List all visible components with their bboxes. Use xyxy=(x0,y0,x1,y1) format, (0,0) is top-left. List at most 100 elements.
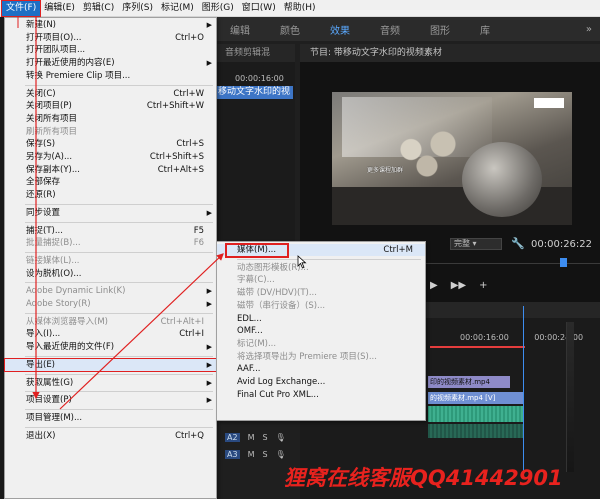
mixing-bowl xyxy=(462,142,542,217)
file-menu-item[interactable]: 捕捉(T)... F5 xyxy=(5,225,216,237)
export-menu-item-label: EDL... xyxy=(237,313,262,324)
export-menu-item-label: Avid Log Exchange... xyxy=(237,377,326,387)
file-menu-item-label: 同步设置 xyxy=(26,207,61,218)
timeline-audio-clip-2[interactable] xyxy=(428,424,523,438)
file-menu-item-label: 另存为(A)... xyxy=(26,152,73,162)
shortcut-label: Ctrl+Alt+S xyxy=(157,164,204,175)
add-button-icon[interactable]: + xyxy=(479,280,487,291)
solo-button[interactable]: S xyxy=(262,450,267,459)
timeline-clip-v1[interactable]: 的视频素材.mp4 [V] xyxy=(428,392,523,404)
workspace-tab[interactable]: 颜色 xyxy=(265,22,315,37)
file-menu-item[interactable]: 全部保存 xyxy=(5,176,216,188)
file-menu-item-label: 导出(E) xyxy=(26,359,56,370)
export-menu-item[interactable]: Avid Log Exchange... xyxy=(217,376,425,388)
file-menu-item[interactable]: 导出(E) ▶ xyxy=(4,357,217,372)
export-menu-item[interactable]: EDL... xyxy=(217,313,425,325)
workspace-tab[interactable]: 音频 xyxy=(365,22,415,37)
workspace-tab[interactable]: 库 xyxy=(465,22,505,37)
menu-3[interactable]: 序列(S) xyxy=(118,1,157,16)
menu-5[interactable]: 图形(G) xyxy=(198,1,238,16)
workspace-tab[interactable]: 编辑 xyxy=(215,22,265,37)
file-menu-item[interactable]: 导入最近使用的文件(F) ▶ xyxy=(5,341,216,353)
file-menu-item[interactable]: 导入(I)... Ctrl+I xyxy=(5,328,216,340)
menu-0[interactable]: 文件(F) xyxy=(0,0,42,17)
track-name[interactable]: A3 xyxy=(225,449,240,459)
track-header: A2 M S 🎙 xyxy=(225,430,345,444)
program-monitor-title[interactable]: 节目: 带移动文字水印的视频素材 xyxy=(300,44,600,62)
file-menu-item-label: 刷新所有项目 xyxy=(26,126,78,137)
mute-button[interactable]: M xyxy=(248,450,255,459)
solo-button[interactable]: S xyxy=(262,433,267,442)
audio-clip-mixer-tab[interactable]: 音频剪辑混 xyxy=(215,44,295,62)
submenu-arrow-icon: ▶ xyxy=(206,21,212,29)
file-menu-item-label: 打开项目(O)... xyxy=(26,32,82,43)
menu-separator xyxy=(25,282,213,284)
export-menu-item: 磁带（串行设备）(S)... xyxy=(217,300,425,312)
menu-7[interactable]: 帮助(H) xyxy=(280,1,320,16)
audio-track-headers: A2 M S 🎙 A3 M S 🎙 xyxy=(225,430,345,464)
file-menu-item-label: 设为脱机(O)... xyxy=(26,268,82,279)
menu-separator xyxy=(25,355,213,357)
file-menu-item-label: 新建(N) xyxy=(26,20,56,30)
file-menu-item[interactable]: 关闭项目(P) Ctrl+Shift+W xyxy=(5,100,216,112)
file-menu-item[interactable]: 同步设置 ▶ xyxy=(5,207,216,219)
menu-separator xyxy=(25,408,213,410)
mic-icon[interactable]: 🎙 xyxy=(276,433,286,442)
menu-bar: 文件(F) 编辑(E) 剪辑(C) 序列(S) 标记(M) 图形(G) 窗口(W) 帮助(H) xyxy=(0,0,600,17)
watermark-text: 狸窝在线客服QQ41442901 xyxy=(284,466,563,490)
export-menu-item-label: 磁带（串行设备）(S)... xyxy=(237,300,326,311)
fit-dropdown[interactable]: 完整 ▾ xyxy=(450,238,502,250)
export-menu-item[interactable]: Final Cut Pro XML... xyxy=(217,389,425,401)
mute-button[interactable]: M xyxy=(248,433,255,442)
menu-1[interactable]: 编辑(E) xyxy=(40,1,79,16)
file-menu-item[interactable]: 转换 Premiere Clip 项目... xyxy=(5,70,216,82)
step-forward-icon[interactable]: ▶▶ xyxy=(451,280,466,291)
workspace-tab[interactable]: 图形 xyxy=(415,22,465,37)
timeline-time-b: 00:00:24:00 xyxy=(534,333,584,342)
file-menu-item-label: Adobe Dynamic Link(K) xyxy=(26,286,126,297)
source-clip[interactable]: 移动文字水印的视 xyxy=(215,86,293,99)
export-menu-item: 将选择项导出为 Premiere 项目(S)... xyxy=(217,351,425,363)
track-name[interactable]: A2 xyxy=(225,432,240,442)
file-menu-item: 刷新所有项目 xyxy=(5,126,216,138)
file-menu-item[interactable]: 退出(X) Ctrl+Q xyxy=(5,430,216,442)
export-menu-item[interactable]: AAF... xyxy=(217,363,425,375)
file-menu-item[interactable]: 新建(N) ▶ xyxy=(5,19,216,31)
file-menu-item[interactable]: 打开最近使用的内容(E) ▶ xyxy=(5,57,216,69)
play-icon[interactable]: ▶ xyxy=(430,280,438,291)
workspace-tab[interactable]: 效果 xyxy=(315,22,365,37)
file-menu-item-label: 退出(X) xyxy=(26,430,56,441)
timeline-audio-clip[interactable] xyxy=(428,406,523,422)
shortcut-label: Ctrl+S xyxy=(176,139,204,150)
file-menu-item[interactable]: 关闭所有项目 xyxy=(5,113,216,125)
work-area-bar[interactable] xyxy=(430,346,525,348)
file-menu-item[interactable]: 项目管理(M)... xyxy=(5,412,216,424)
file-menu-item-label: 全部保存 xyxy=(26,177,61,188)
file-menu-item[interactable]: 打开项目(O)... Ctrl+O xyxy=(5,32,216,44)
timeline-clip-v2[interactable]: 印的视频素材.mp4 xyxy=(428,376,510,388)
file-menu-item-label: 保存(S) xyxy=(26,139,56,150)
file-menu-item[interactable]: 获取属性(G) ▶ xyxy=(5,377,216,389)
file-menu-item[interactable]: 设为脱机(O)... xyxy=(5,268,216,280)
export-menu-item-label: Final Cut Pro XML... xyxy=(237,389,319,400)
menu-4[interactable]: 标记(M) xyxy=(157,1,198,16)
export-menu-item: 动态图形模板(R)... xyxy=(217,262,425,274)
file-menu-item-label: Adobe Story(R) xyxy=(26,299,91,309)
file-menu-item[interactable]: 还原(R) xyxy=(5,189,216,201)
file-menu-item[interactable]: 保存(S) Ctrl+S xyxy=(5,138,216,150)
file-menu-item[interactable]: 项目设置(P) ▶ xyxy=(5,394,216,406)
menu-6[interactable]: 窗口(W) xyxy=(238,1,280,16)
timeline-playhead[interactable] xyxy=(523,306,524,476)
file-menu-item[interactable]: 关闭(C) Ctrl+W xyxy=(5,88,216,100)
file-menu-item[interactable]: 另存为(A)... Ctrl+Shift+S xyxy=(5,151,216,163)
file-menu-item-label: 链接媒体(L)... xyxy=(26,255,80,266)
more-workspaces-icon[interactable]: » xyxy=(586,24,592,35)
file-menu-item[interactable]: 打开团队项目... xyxy=(5,44,216,56)
file-menu-item[interactable]: 保存副本(Y)... Ctrl+Alt+S xyxy=(5,164,216,176)
wrench-icon[interactable]: 🔧 xyxy=(511,237,525,250)
mic-icon[interactable]: 🎙 xyxy=(276,450,286,459)
menu-2[interactable]: 剪辑(C) xyxy=(79,1,118,16)
menu-separator xyxy=(25,221,213,223)
export-menu-item[interactable]: OMF... xyxy=(217,325,425,337)
playhead-marker[interactable] xyxy=(560,258,567,267)
